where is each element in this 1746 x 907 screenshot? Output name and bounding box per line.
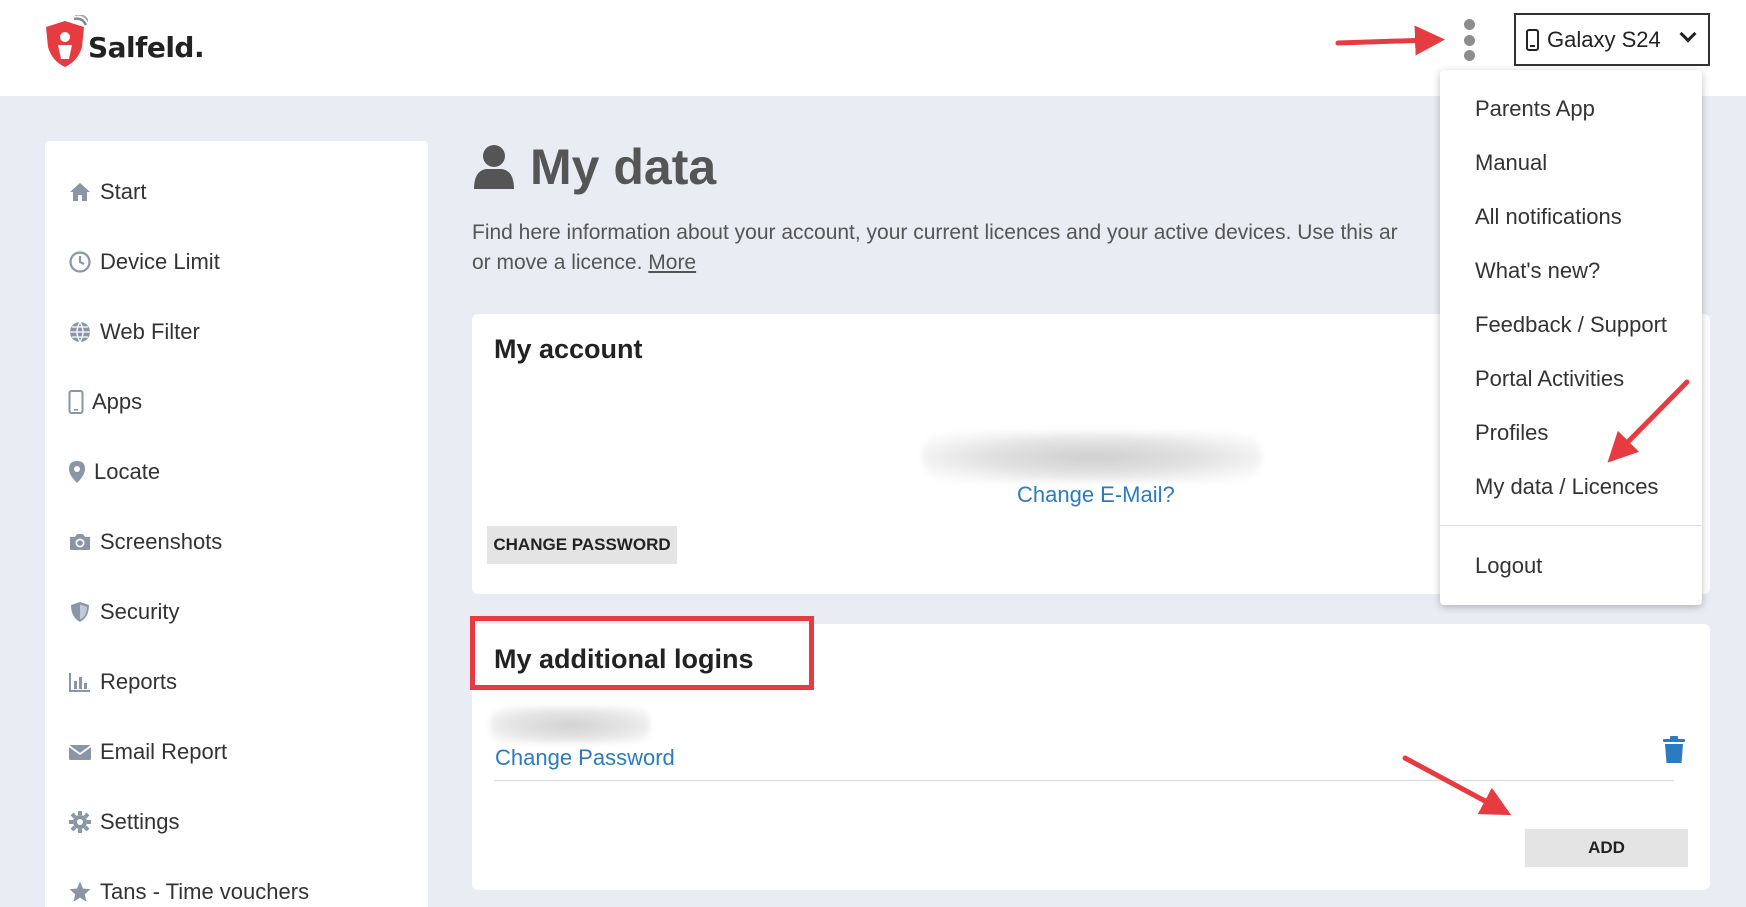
phone-icon	[1526, 28, 1539, 51]
menu-item-feedback-support[interactable]: Feedback / Support	[1475, 312, 1667, 338]
annotation-highlight-box	[470, 616, 814, 690]
sidebar-item-apps[interactable]: Apps	[68, 389, 142, 415]
kebab-menu-icon[interactable]	[1459, 19, 1479, 61]
sidebar-item-start[interactable]: Start	[68, 179, 146, 205]
brand-name: Salfeld.	[88, 30, 205, 64]
page-title-text: My data	[530, 139, 717, 195]
menu-item-all-notifications[interactable]: All notifications	[1475, 204, 1622, 230]
menu-item-whats-new[interactable]: What's new?	[1475, 258, 1600, 284]
sidebar-item-label: Settings	[100, 809, 180, 834]
phone-icon	[68, 390, 84, 414]
sidebar-item-locate[interactable]: Locate	[68, 459, 160, 485]
blurred-email	[922, 432, 1262, 482]
menu-item-profiles[interactable]: Profiles	[1475, 420, 1548, 446]
device-selector-value: Galaxy S24	[1547, 26, 1661, 52]
kebab-dropdown-menu: Parents App Manual All notifications Wha…	[1440, 70, 1702, 605]
add-login-button[interactable]: ADD	[1525, 829, 1688, 867]
clock-icon	[68, 250, 92, 274]
sidebar-item-label: Web Filter	[100, 319, 200, 344]
divider	[494, 780, 1674, 781]
globe-icon	[68, 320, 92, 344]
trash-icon[interactable]	[1662, 736, 1686, 764]
kebab-dot	[1463, 34, 1475, 46]
menu-item-logout[interactable]: Logout	[1475, 553, 1542, 579]
my-account-title: My account	[494, 334, 643, 364]
kebab-dot	[1463, 50, 1475, 61]
camera-icon	[68, 530, 92, 554]
sidebar-item-settings[interactable]: Settings	[68, 809, 180, 835]
kebab-dot	[1463, 19, 1475, 30]
change-password-link[interactable]: Change Password	[495, 745, 675, 771]
sidebar-item-screenshots[interactable]: Screenshots	[68, 529, 222, 555]
sidebar-item-label: Email Report	[100, 739, 228, 764]
map-pin-icon	[68, 460, 86, 484]
menu-item-portal-activities[interactable]: Portal Activities	[1475, 366, 1624, 392]
sidebar: Start Device Limit Web Filter Apps Locat…	[45, 141, 428, 907]
sidebar-item-tans[interactable]: Tans - Time vouchers	[68, 879, 309, 905]
sidebar-item-reports[interactable]: Reports	[68, 669, 177, 695]
envelope-icon	[68, 740, 92, 764]
salfeld-shield-icon	[46, 15, 88, 67]
sidebar-item-label: Reports	[100, 669, 178, 694]
sidebar-item-label: Screenshots	[100, 529, 223, 554]
menu-divider	[1440, 525, 1702, 526]
shield-icon	[68, 600, 92, 624]
intro-line-1: Find here information about your account…	[472, 221, 1398, 244]
sidebar-item-label: Locate	[94, 459, 161, 484]
menu-item-my-data-licences[interactable]: My data / Licences	[1475, 474, 1658, 500]
sidebar-item-web-filter[interactable]: Web Filter	[68, 319, 200, 345]
sidebar-item-label: Apps	[92, 389, 143, 414]
star-icon	[68, 880, 92, 904]
device-selector[interactable]: Galaxy S24	[1514, 13, 1710, 66]
sidebar-item-device-limit[interactable]: Device Limit	[68, 249, 220, 275]
home-icon	[68, 180, 92, 204]
sidebar-item-email-report[interactable]: Email Report	[68, 739, 227, 765]
more-link[interactable]: More	[648, 251, 696, 274]
menu-item-manual[interactable]: Manual	[1475, 150, 1547, 176]
sidebar-item-security[interactable]: Security	[68, 599, 179, 625]
intro-text: Find here information about your account…	[472, 218, 1452, 278]
bar-chart-icon	[68, 670, 92, 694]
change-password-button[interactable]: CHANGE PASSWORD	[487, 526, 677, 564]
sidebar-item-label: Start	[100, 179, 147, 204]
chevron-down-icon	[1679, 25, 1697, 43]
gear-icon	[68, 810, 92, 834]
intro-line-2: or move a licence.	[472, 251, 643, 274]
sidebar-item-label: Security	[100, 599, 180, 624]
blurred-login-name	[490, 707, 650, 743]
page-title: My data	[472, 138, 716, 196]
sidebar-item-label: Tans - Time vouchers	[100, 879, 310, 904]
change-email-link[interactable]: Change E-Mail?	[1017, 482, 1175, 508]
sidebar-item-label: Device Limit	[100, 249, 220, 274]
salfeld-logo[interactable]: Salfeld.	[42, 12, 205, 72]
user-icon	[474, 145, 514, 189]
menu-item-parents-app[interactable]: Parents App	[1475, 96, 1595, 122]
